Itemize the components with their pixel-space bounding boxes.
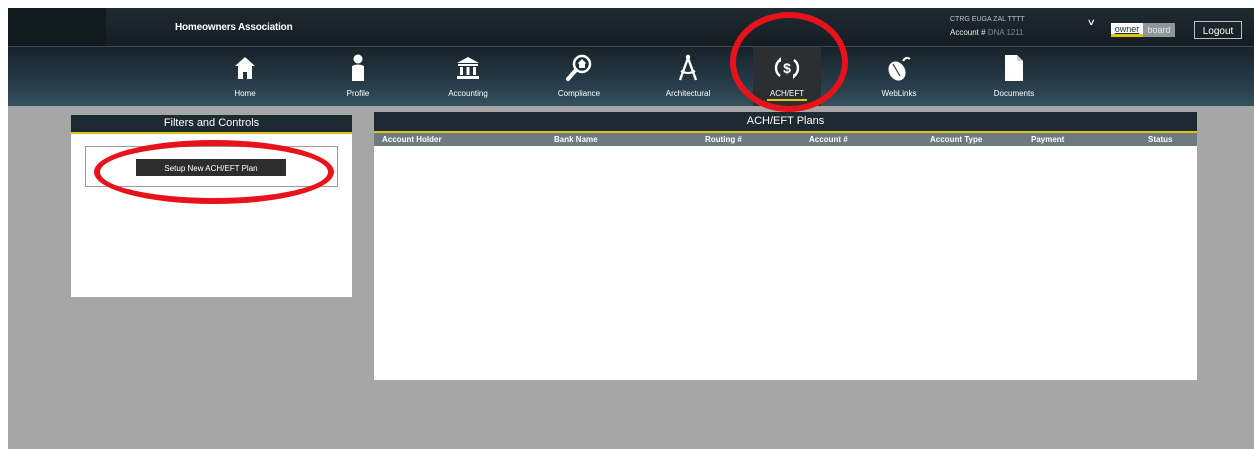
nav-label-home: Home bbox=[234, 89, 256, 98]
annotation-circle-setup-button bbox=[94, 140, 334, 204]
person-icon bbox=[334, 53, 382, 83]
plans-panel: ACH/EFT Plans Account Holder Bank Name R… bbox=[374, 112, 1197, 380]
document-icon bbox=[982, 53, 1046, 83]
nav-label-documents: Documents bbox=[993, 89, 1035, 98]
nav-item-architectural[interactable]: Architectural bbox=[654, 47, 722, 106]
nav-label-accounting: Accounting bbox=[448, 89, 488, 98]
nav-item-profile[interactable]: Profile bbox=[334, 47, 382, 106]
app-window: Homeowners Association CTRG EUGA ZAL TTT… bbox=[8, 8, 1254, 449]
nav-label-architectural: Architectural bbox=[665, 89, 711, 98]
plans-table-header: Account Holder Bank Name Routing # Accou… bbox=[374, 133, 1197, 146]
nav-label-profile: Profile bbox=[346, 89, 370, 98]
bank-icon bbox=[434, 53, 502, 83]
col-account-holder[interactable]: Account Holder bbox=[382, 135, 442, 144]
main-nav: Home Profile Accounting Compliance Archi… bbox=[8, 46, 1254, 106]
filters-panel-title: Filters and Controls bbox=[71, 115, 352, 134]
nav-item-weblinks[interactable]: WebLinks bbox=[872, 47, 926, 106]
home-icon bbox=[221, 53, 269, 83]
chevron-down-icon[interactable]: ∨ bbox=[1087, 17, 1096, 28]
annotation-circle-ach-eft bbox=[730, 12, 848, 112]
nav-item-documents[interactable]: Documents bbox=[982, 47, 1046, 106]
nav-label-weblinks: WebLinks bbox=[881, 89, 917, 98]
mouse-icon bbox=[872, 53, 926, 83]
col-status[interactable]: Status bbox=[1148, 135, 1172, 144]
plans-panel-title: ACH/EFT Plans bbox=[374, 112, 1197, 133]
nav-item-accounting[interactable]: Accounting bbox=[434, 47, 502, 106]
nav-item-home[interactable]: Home bbox=[221, 47, 269, 106]
account-number: DNA 1211 bbox=[987, 28, 1024, 37]
nav-item-compliance[interactable]: Compliance bbox=[545, 47, 613, 106]
role-board-toggle[interactable]: board bbox=[1143, 23, 1175, 37]
col-routing[interactable]: Routing # bbox=[705, 135, 742, 144]
col-bank-name[interactable]: Bank Name bbox=[554, 135, 598, 144]
association-name: Homeowners Association bbox=[175, 22, 293, 33]
top-bar: Homeowners Association CTRG EUGA ZAL TTT… bbox=[8, 8, 1254, 72]
magnifier-house-icon bbox=[545, 53, 613, 83]
compass-icon bbox=[654, 53, 722, 83]
logout-button[interactable]: Logout bbox=[1194, 21, 1242, 39]
col-account-number[interactable]: Account # bbox=[809, 135, 848, 144]
role-owner-toggle[interactable]: owner bbox=[1111, 23, 1143, 37]
account-number-line: Account # DNA 1211 bbox=[950, 28, 1024, 37]
nav-label-compliance: Compliance bbox=[557, 89, 601, 98]
account-holder-name[interactable]: CTRG EUGA ZAL TTTT bbox=[950, 16, 1090, 25]
col-account-type[interactable]: Account Type bbox=[930, 135, 982, 144]
col-payment[interactable]: Payment bbox=[1031, 135, 1064, 144]
account-label: Account # bbox=[950, 28, 986, 37]
